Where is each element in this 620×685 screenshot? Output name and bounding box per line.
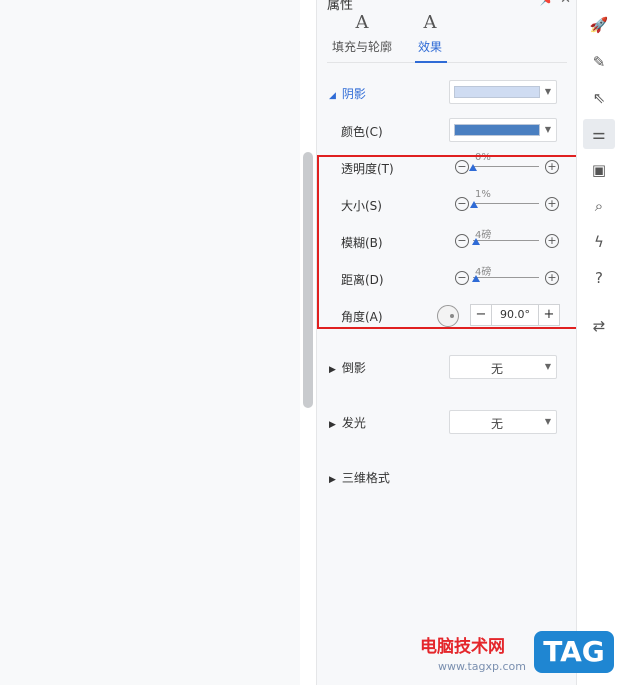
watermark-text: 电脑技术网 bbox=[420, 637, 505, 657]
tab-label: 填充与轮廓 bbox=[331, 40, 392, 54]
reflection-section-header[interactable]: ▶ 倒影 bbox=[329, 359, 366, 376]
cursor-icon[interactable]: ⇖ bbox=[583, 83, 615, 113]
right-toolbar: 🚀 ✎ ⇖ ⚌ ▣ ⌕ ϟ ? ⇄ bbox=[576, 0, 620, 685]
book-search-icon[interactable]: ⌕ bbox=[583, 191, 615, 221]
reflection-dropdown[interactable]: 无 ▼ bbox=[449, 355, 557, 379]
shadow-label: 阴影 bbox=[341, 87, 366, 101]
chevron-down-icon: ▼ bbox=[544, 362, 551, 371]
chevron-down-icon: ▼ bbox=[544, 87, 551, 96]
expand-down-icon: ◢ bbox=[329, 91, 336, 101]
fill-outline-icon: A bbox=[355, 12, 369, 33]
color-label: 颜色(C) bbox=[341, 125, 383, 139]
pen-icon[interactable]: ✎ bbox=[583, 47, 615, 77]
expand-right-icon: ▶ bbox=[329, 475, 336, 485]
document-canvas[interactable] bbox=[0, 0, 300, 685]
help-icon[interactable]: ? bbox=[583, 263, 615, 293]
transfer-icon[interactable]: ⇄ bbox=[583, 311, 615, 341]
lightning-icon[interactable]: ϟ bbox=[583, 227, 615, 257]
reflection-label: 倒影 bbox=[341, 361, 366, 375]
image-edit-icon[interactable]: ▣ bbox=[583, 155, 615, 185]
expand-right-icon: ▶ bbox=[329, 365, 336, 375]
chevron-down-icon: ▼ bbox=[544, 417, 551, 426]
chevron-down-icon: ▼ bbox=[544, 125, 551, 134]
scrollbar-thumb[interactable] bbox=[303, 152, 313, 408]
glow-dropdown[interactable]: 无 ▼ bbox=[449, 410, 557, 434]
tab-divider bbox=[327, 62, 567, 63]
shadow-preset-swatch bbox=[454, 86, 540, 98]
properties-panel: 属性 📌 ✕ A 填充与轮廓 A 效果 ◢阴影 ▼ 颜色(C) ▼ 透明度(T)… bbox=[316, 0, 587, 685]
three-d-label: 三维格式 bbox=[341, 471, 390, 485]
tab-effects[interactable]: A 效果 bbox=[395, 12, 465, 55]
tab-label: 效果 bbox=[417, 40, 442, 54]
active-tab-indicator bbox=[415, 61, 447, 63]
glow-section-header[interactable]: ▶ 发光 bbox=[329, 414, 366, 431]
sliders-icon[interactable]: ⚌ bbox=[583, 119, 615, 149]
shadow-color-dropdown[interactable]: ▼ bbox=[449, 118, 557, 142]
shadow-color-swatch bbox=[454, 124, 540, 136]
glow-label: 发光 bbox=[341, 416, 366, 430]
shadow-section-header[interactable]: ◢ 阴影 bbox=[329, 85, 366, 102]
tab-fill-outline[interactable]: A 填充与轮廓 bbox=[327, 12, 397, 55]
watermark-url: www.tagxp.com bbox=[438, 660, 526, 673]
highlight-annotation bbox=[317, 155, 587, 329]
shadow-preset-dropdown[interactable]: ▼ bbox=[449, 80, 557, 104]
panel-header-icons[interactable]: 📌 ✕ bbox=[540, 0, 571, 7]
three-d-section-header[interactable]: ▶ 三维格式 bbox=[329, 469, 390, 486]
glow-value: 无 bbox=[490, 417, 503, 431]
expand-right-icon: ▶ bbox=[329, 420, 336, 430]
reflection-value: 无 bbox=[490, 362, 503, 376]
watermark-badge: TAG bbox=[534, 631, 614, 673]
effects-icon: A bbox=[423, 12, 437, 33]
rocket-icon[interactable]: 🚀 bbox=[583, 10, 615, 40]
